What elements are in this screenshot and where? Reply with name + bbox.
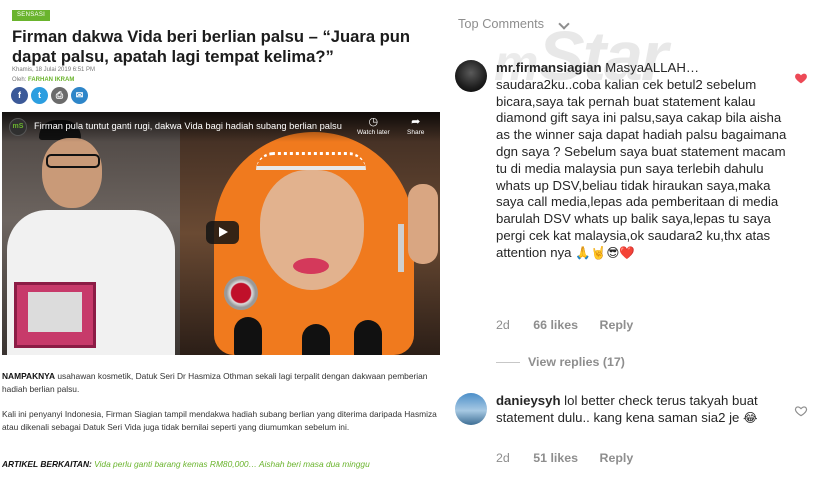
earring-shape [398,224,404,272]
article-byline: Oleh: FARHAN IKRAM [12,77,74,83]
video-player[interactable]: mS Firman pula tuntut ganti rugi, dakwa … [2,112,440,355]
view-replies-button[interactable]: View replies (17) [496,355,625,369]
microphone-shape [302,324,330,355]
news-article: SENSASI Firman dakwa Vida beri berlian p… [0,0,441,485]
heart-filled-icon[interactable] [794,71,808,85]
comment-likes[interactable]: 66 likes [533,318,578,332]
hand-shape [408,184,438,264]
article-headline: Firman dakwa Vida beri berlian palsu – “… [12,27,411,66]
comment-likes[interactable]: 51 likes [533,451,578,465]
tiara-shape [256,152,366,170]
comment-username[interactable]: danieysyh [496,393,561,408]
related-article: ARTIKEL BERKAITAN: Vida perlu ganti bara… [2,459,370,469]
comment-meta: 2d 51 likes Reply [496,451,633,465]
comment-username[interactable]: mr.firmansiagian [496,60,602,75]
watch-later-label: Watch later [357,129,390,136]
ruby-ring-shape [224,276,258,310]
replies-divider [496,362,520,364]
article-paragraph: Kali ini penyanyi Indonesia, Firman Siag… [2,409,437,432]
share-bar: f t ⎙ ✉ [11,87,88,104]
microphone-shape [234,317,262,355]
comments-sort-label[interactable]: Top Comments [458,16,544,31]
comments-panel: m Star Top Comments mr.firmansiagian Mas… [442,0,830,485]
article-paragraph: NAMPAKNYA usahawan kosmetik, Datuk Seri … [2,370,438,396]
paragraph-lead: NAMPAKNYA [2,371,56,381]
clock-icon: ◷ [368,116,379,128]
comment-body: MasyaALLAH…saudara2ku..coba kalian cek b… [496,60,787,260]
avatar[interactable] [455,393,487,425]
comment-age: 2d [496,318,510,332]
heart-outline-icon[interactable] [794,404,808,418]
comment-meta: 2d 66 likes Reply [496,318,633,332]
author-name[interactable]: FARHAN IKRAM [28,77,74,83]
facebook-icon[interactable]: f [11,87,28,104]
reply-button[interactable]: Reply [600,318,634,332]
view-replies-label: View replies (17) [528,355,625,369]
category-tag[interactable]: SENSASI [12,10,51,21]
related-link[interactable]: Vida perlu ganti barang kemas RM80,000… … [92,459,370,469]
related-label: ARTIKEL BERKAITAN: [2,459,92,469]
lips-shape [293,258,329,274]
print-icon[interactable]: ⎙ [51,87,68,104]
channel-avatar[interactable]: mS [9,118,27,136]
avatar[interactable] [455,60,487,92]
comment-emoji: 🙏🤘😎❤️ [575,244,635,260]
microphone-shape [354,320,382,355]
paragraph-text: usahawan kosmetik, Datuk Seri Dr Hasmiza… [2,371,428,394]
twitter-icon[interactable]: t [31,87,48,104]
email-icon[interactable]: ✉ [71,87,88,104]
share-arrow-icon: ➦ [411,116,421,128]
play-button[interactable] [206,221,239,244]
comment-text: mr.firmansiagian MasyaALLAH…saudara2ku..… [496,60,794,262]
glasses-shape [46,154,100,168]
byline-label: Oleh: [12,77,27,83]
video-title[interactable]: Firman pula tuntut ganti rugi, dakwa Vid… [34,121,342,131]
comment-text: danieysyh lol better check terus takyah … [496,393,794,427]
comment-emoji: 😂 [743,409,758,425]
share-button[interactable]: ➦ Share [407,116,424,136]
comment-age: 2d [496,451,510,465]
share-label: Share [407,129,425,136]
reply-button[interactable]: Reply [600,451,634,465]
man-face-shape [42,138,102,208]
article-date: Khamis, 18 Julai 2019 6:51 PM [12,67,96,73]
watch-later-button[interactable]: ◷ Watch later [357,116,390,136]
jewelry-box-inner [28,292,82,332]
video-frame-left [2,112,180,355]
